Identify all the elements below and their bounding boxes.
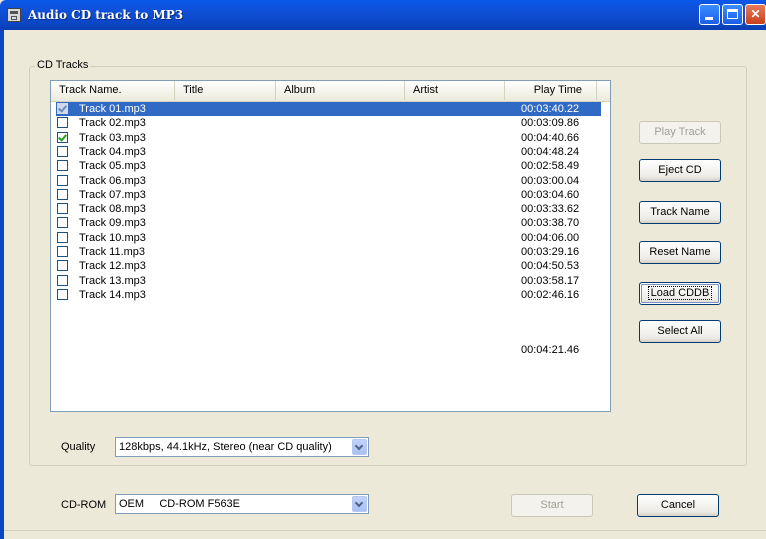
chevron-down-icon[interactable] — [352, 496, 367, 512]
cancel-button[interactable]: Cancel — [637, 494, 719, 517]
extra-play-time: 00:04:21.46 — [521, 344, 580, 356]
track-play-time: 00:03:40.22 — [521, 103, 580, 115]
track-play-time: 00:03:38.70 — [521, 217, 580, 230]
start-button[interactable]: Start — [511, 494, 593, 517]
select-all-button[interactable]: Select All — [639, 320, 721, 343]
list-header: Track Name. Title Album Artist Play Time — [51, 81, 610, 102]
track-name: Track 13.mp3 — [79, 274, 146, 287]
close-icon: ✕ — [750, 7, 761, 21]
track-name: Track 06.mp3 — [79, 174, 146, 187]
column-play-time[interactable]: Play Time — [505, 81, 597, 100]
load-cddb-label: Load CDDB — [647, 286, 713, 300]
cdrom-label: CD-ROM — [61, 499, 107, 511]
track-checkbox[interactable] — [57, 103, 68, 114]
column-artist[interactable]: Artist — [405, 81, 505, 100]
track-row[interactable]: Track 12.mp3 00:04:50.53 — [56, 259, 601, 273]
window-title: Audio CD track to MP3 — [28, 8, 184, 22]
track-name: Track 01.mp3 — [79, 103, 146, 115]
track-row[interactable]: Track 10.mp3 00:04:06.00 — [56, 231, 601, 245]
track-name: Track 10.mp3 — [79, 231, 146, 244]
track-checkbox[interactable] — [57, 174, 68, 186]
column-track-name[interactable]: Track Name. — [51, 81, 175, 100]
track-row[interactable]: Track 11.mp3 00:03:29.16 — [56, 245, 601, 259]
track-checkbox[interactable] — [57, 260, 68, 272]
track-row[interactable]: Track 06.mp3 00:03:00.04 — [56, 174, 601, 188]
cdrom-value: OEM CD-ROM F563E — [119, 498, 241, 510]
track-checkbox[interactable] — [57, 145, 68, 157]
quality-label: Quality — [61, 441, 96, 453]
track-play-time: 00:04:48.24 — [521, 145, 580, 158]
minimize-icon — [705, 17, 713, 20]
track-name: Track 08.mp3 — [79, 203, 146, 216]
maximize-button[interactable] — [722, 4, 743, 25]
track-name: Track 05.mp3 — [79, 160, 146, 173]
track-row[interactable]: Track 01.mp3 00:03:40.22 — [56, 102, 601, 116]
track-checkbox[interactable] — [57, 217, 68, 229]
track-play-time: 00:03:29.16 — [521, 246, 580, 258]
track-name: Track 12.mp3 — [79, 260, 146, 273]
window-bottom-border — [0, 530, 766, 539]
maximize-icon — [727, 9, 738, 19]
track-checkbox[interactable] — [57, 188, 68, 200]
chevron-down-icon[interactable] — [352, 439, 367, 455]
column-album[interactable]: Album — [276, 81, 405, 100]
title-bar[interactable]: Audio CD track to MP3 ✕ — [0, 0, 766, 30]
cdrom-select[interactable]: OEM CD-ROM F563E — [115, 494, 369, 514]
track-row[interactable]: Track 08.mp3 00:03:33.62 — [56, 202, 601, 216]
track-row[interactable]: Track 09.mp3 00:03:38.70 — [56, 216, 601, 230]
track-name: Track 07.mp3 — [79, 188, 146, 201]
track-play-time: 00:03:33.62 — [521, 203, 580, 216]
quality-value: 128kbps, 44.1kHz, Stereo (near CD qualit… — [119, 441, 332, 453]
track-name: Track 11.mp3 — [79, 246, 146, 258]
cd-tracks-group-label: CD Tracks — [35, 59, 91, 71]
column-title[interactable]: Title — [175, 81, 276, 100]
track-play-time: 00:03:09.86 — [521, 117, 580, 130]
track-checkbox[interactable] — [57, 117, 68, 129]
track-row[interactable]: Track 03.mp3 00:04:40.66 — [56, 131, 601, 145]
track-play-time: 00:03:00.04 — [521, 174, 580, 187]
eject-cd-button[interactable]: Eject CD — [639, 159, 721, 182]
close-button[interactable]: ✕ — [745, 4, 766, 25]
app-window: Audio CD track to MP3 ✕ CD Tracks Track … — [0, 0, 766, 539]
track-checkbox[interactable] — [57, 246, 68, 257]
play-track-button[interactable]: Play Track — [639, 121, 721, 144]
track-name: Track 09.mp3 — [79, 217, 146, 230]
track-play-time: 00:04:06.00 — [521, 231, 580, 244]
track-name: Track 03.mp3 — [79, 131, 146, 144]
track-checkbox[interactable] — [57, 160, 68, 172]
track-checkbox[interactable] — [57, 274, 68, 286]
track-name: Track 04.mp3 — [79, 145, 146, 158]
track-play-time: 00:04:40.66 — [521, 131, 580, 144]
window-left-border — [0, 30, 4, 539]
reset-name-button[interactable]: Reset Name — [639, 241, 721, 264]
track-play-time: 00:02:46.16 — [521, 288, 580, 301]
track-row[interactable]: Track 05.mp3 00:02:58.49 — [56, 159, 601, 173]
track-checkbox[interactable] — [57, 288, 68, 300]
track-play-time: 00:03:58.17 — [521, 274, 580, 287]
track-play-time: 00:02:58.49 — [521, 160, 580, 173]
quality-select[interactable]: 128kbps, 44.1kHz, Stereo (near CD qualit… — [115, 437, 369, 457]
track-checkbox[interactable] — [57, 203, 68, 215]
track-checkbox[interactable] — [57, 231, 68, 243]
tracks-list[interactable]: Track Name. Title Album Artist Play Time… — [50, 80, 611, 412]
track-name: Track 14.mp3 — [79, 288, 146, 301]
track-play-time: 00:04:50.53 — [521, 260, 580, 273]
track-row[interactable]: Track 07.mp3 00:03:04.60 — [56, 188, 601, 202]
app-icon[interactable] — [7, 8, 21, 22]
minimize-button[interactable] — [699, 4, 720, 25]
track-row[interactable]: Track 14.mp3 00:02:46.16 — [56, 288, 601, 302]
track-name: Track 02.mp3 — [79, 117, 146, 130]
track-name-button[interactable]: Track Name — [639, 201, 721, 224]
track-checkbox[interactable] — [57, 131, 68, 143]
load-cddb-button[interactable]: Load CDDB — [639, 282, 721, 305]
track-row[interactable]: Track 13.mp3 00:03:58.17 — [56, 274, 601, 288]
track-row[interactable]: Track 02.mp3 00:03:09.86 — [56, 116, 601, 130]
track-row[interactable]: Track 04.mp3 00:04:48.24 — [56, 145, 601, 159]
track-play-time: 00:03:04.60 — [521, 188, 580, 201]
